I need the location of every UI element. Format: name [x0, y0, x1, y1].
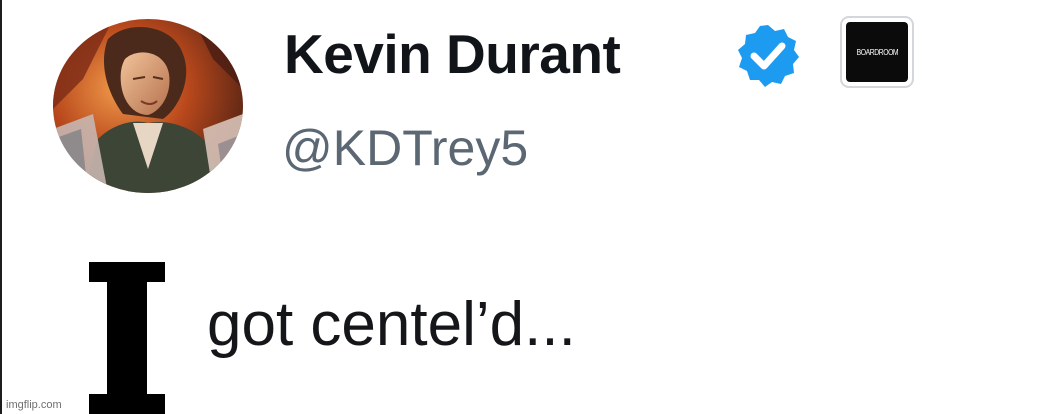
affiliate-logo: BOARDROOM	[846, 22, 908, 82]
imgflip-watermark: imgflip.com	[6, 399, 62, 411]
caption-letter-glyph	[89, 262, 165, 414]
meme-caption-letter	[89, 262, 165, 414]
image-left-border	[0, 0, 2, 414]
affiliate-badge[interactable]: BOARDROOM	[840, 16, 914, 88]
author-handle[interactable]: @KDTrey5	[282, 113, 528, 183]
affiliate-logo-text: BOARDROOM	[856, 47, 898, 57]
tweet-text: got centel’d...	[207, 290, 576, 359]
author-display-name[interactable]: Kevin Durant	[284, 18, 621, 90]
profile-avatar[interactable]	[53, 19, 243, 193]
verified-badge-icon	[735, 22, 801, 88]
verified-check-icon	[738, 25, 799, 87]
avatar-picture	[53, 19, 243, 193]
